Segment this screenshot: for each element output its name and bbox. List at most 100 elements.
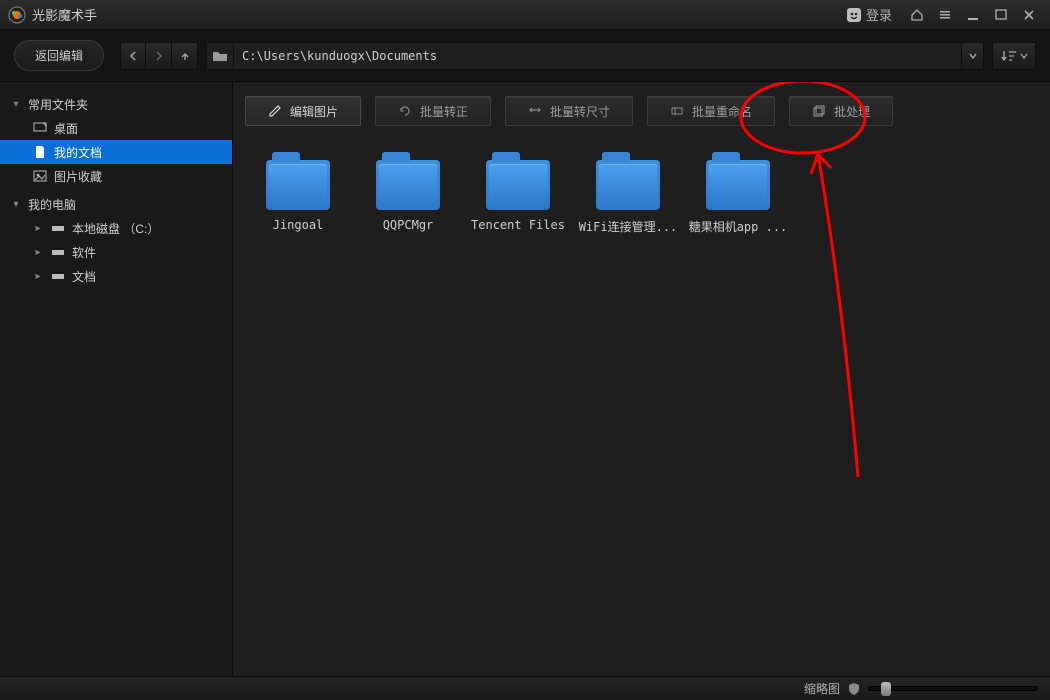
rotate-icon bbox=[398, 104, 412, 118]
batch-resize-button[interactable]: 批量转尺寸 bbox=[505, 96, 633, 126]
folder-icon bbox=[486, 160, 550, 210]
return-edit-button[interactable]: 返回编辑 bbox=[14, 40, 104, 71]
folder-icon bbox=[266, 160, 330, 210]
rename-icon bbox=[670, 104, 684, 118]
folder-item[interactable]: QQPCMgr bbox=[353, 160, 463, 235]
chevron-left-icon bbox=[128, 51, 138, 61]
sidebar-item-label: 图片收藏 bbox=[54, 168, 102, 185]
nav-forward-button[interactable] bbox=[146, 42, 172, 70]
title-bar: 光影魔术手 登录 bbox=[0, 0, 1050, 30]
batch-rename-button[interactable]: 批量重命名 bbox=[647, 96, 775, 126]
collapse-icon: ▾ bbox=[10, 199, 22, 210]
button-label: 批处理 bbox=[834, 103, 870, 120]
status-bar: 缩略图 bbox=[0, 676, 1050, 700]
nav-group bbox=[120, 42, 198, 70]
edit-image-button[interactable]: 编辑图片 bbox=[245, 96, 361, 126]
button-label: 批量转尺寸 bbox=[550, 103, 610, 120]
stack-icon bbox=[812, 104, 826, 118]
sidebar-section-mycomputer[interactable]: ▾ 我的电脑 bbox=[0, 192, 232, 216]
pencil-icon bbox=[268, 104, 282, 118]
home-button[interactable] bbox=[904, 4, 930, 26]
folder-icon bbox=[376, 160, 440, 210]
chevron-down-icon bbox=[1020, 52, 1028, 60]
folder-label: Jingoal bbox=[273, 218, 324, 232]
folder-icon bbox=[596, 160, 660, 210]
button-label: 批量重命名 bbox=[692, 103, 752, 120]
slider-thumb[interactable] bbox=[881, 682, 891, 696]
resize-icon bbox=[528, 104, 542, 118]
sidebar-item-label: 我的文档 bbox=[54, 144, 102, 161]
nav-up-button[interactable] bbox=[172, 42, 198, 70]
collapse-icon: ▾ bbox=[10, 99, 22, 110]
close-icon bbox=[1022, 8, 1036, 22]
expand-icon: ▸ bbox=[32, 223, 44, 234]
folder-label: 糖果相机app ... bbox=[689, 218, 788, 235]
document-icon bbox=[32, 145, 48, 159]
thumb-size-slider[interactable] bbox=[868, 686, 1038, 691]
expand-icon: ▸ bbox=[32, 247, 44, 258]
files-grid: Jingoal QQPCMgr Tencent Files WiFi连接管理..… bbox=[233, 140, 1050, 255]
folder-item[interactable]: Tencent Files bbox=[463, 160, 573, 235]
batch-convert-button[interactable]: 批量转正 bbox=[375, 96, 491, 126]
chevron-up-icon bbox=[180, 51, 190, 61]
menu-icon bbox=[938, 8, 952, 22]
home-icon bbox=[910, 8, 924, 22]
folder-icon bbox=[212, 50, 228, 62]
login-label: 登录 bbox=[866, 5, 892, 24]
top-toolbar: 返回编辑 C:\Users\kunduogx\Documents bbox=[0, 30, 1050, 82]
folder-icon bbox=[706, 160, 770, 210]
smiley-icon bbox=[846, 7, 862, 23]
folder-label: QQPCMgr bbox=[383, 218, 434, 232]
expand-icon: ▸ bbox=[32, 271, 44, 282]
sidebar-section-label: 我的电脑 bbox=[28, 196, 76, 213]
app-logo-icon bbox=[8, 6, 26, 24]
folder-item[interactable]: Jingoal bbox=[243, 160, 353, 235]
chevron-down-icon bbox=[969, 52, 977, 60]
action-bar: 编辑图片 批量转正 批量转尺寸 批量重命名 批处理 bbox=[233, 82, 1050, 140]
menu-button[interactable] bbox=[932, 4, 958, 26]
sidebar-item-label: 软件 bbox=[72, 244, 96, 261]
sidebar-item-documents[interactable]: 我的文档 bbox=[0, 140, 232, 164]
path-dropdown-button[interactable] bbox=[962, 42, 984, 70]
sidebar-item-label: 本地磁盘 （C:） bbox=[72, 220, 159, 237]
maximize-button[interactable] bbox=[988, 4, 1014, 26]
path-bar-wrap: C:\Users\kunduogx\Documents bbox=[206, 42, 984, 70]
app-title: 光影魔术手 bbox=[32, 5, 97, 24]
shield-icon bbox=[848, 682, 860, 696]
sidebar: ▾ 常用文件夹 桌面 我的文档 图片收藏 ▾ 我的电脑 ▸ 本地磁盘 （C:） … bbox=[0, 82, 233, 676]
button-label: 批量转正 bbox=[420, 103, 468, 120]
desktop-icon bbox=[32, 122, 48, 134]
folder-label: WiFi连接管理... bbox=[579, 218, 678, 235]
minimize-icon bbox=[966, 8, 980, 22]
path-folder-icon bbox=[206, 42, 234, 70]
drive-icon bbox=[50, 271, 66, 281]
minimize-button[interactable] bbox=[960, 4, 986, 26]
main-area: 编辑图片 批量转正 批量转尺寸 批量重命名 批处理 Jingoal bbox=[233, 82, 1050, 676]
sidebar-section-favorites[interactable]: ▾ 常用文件夹 bbox=[0, 92, 232, 116]
sidebar-item-drive-software[interactable]: ▸ 软件 bbox=[0, 240, 232, 264]
image-icon bbox=[32, 170, 48, 182]
sidebar-item-pictures[interactable]: 图片收藏 bbox=[0, 164, 232, 188]
folder-item[interactable]: WiFi连接管理... bbox=[573, 160, 683, 235]
sort-icon bbox=[1000, 49, 1018, 63]
sidebar-item-label: 桌面 bbox=[54, 120, 78, 137]
batch-process-button[interactable]: 批处理 bbox=[789, 96, 893, 126]
sort-button[interactable] bbox=[992, 42, 1036, 70]
thumb-label: 缩略图 bbox=[804, 680, 840, 697]
drive-icon bbox=[50, 223, 66, 233]
sidebar-item-drive-c[interactable]: ▸ 本地磁盘 （C:） bbox=[0, 216, 232, 240]
sidebar-item-label: 文档 bbox=[72, 268, 96, 285]
folder-item[interactable]: 糖果相机app ... bbox=[683, 160, 793, 235]
sidebar-item-desktop[interactable]: 桌面 bbox=[0, 116, 232, 140]
button-label: 编辑图片 bbox=[290, 103, 338, 120]
login-button[interactable]: 登录 bbox=[846, 5, 892, 24]
sidebar-section-label: 常用文件夹 bbox=[28, 96, 88, 113]
maximize-icon bbox=[994, 8, 1008, 22]
folder-label: Tencent Files bbox=[471, 218, 565, 232]
nav-back-button[interactable] bbox=[120, 42, 146, 70]
close-button[interactable] bbox=[1016, 4, 1042, 26]
path-input[interactable]: C:\Users\kunduogx\Documents bbox=[234, 42, 962, 70]
sidebar-item-drive-docs[interactable]: ▸ 文档 bbox=[0, 264, 232, 288]
drive-icon bbox=[50, 247, 66, 257]
chevron-right-icon bbox=[154, 51, 164, 61]
